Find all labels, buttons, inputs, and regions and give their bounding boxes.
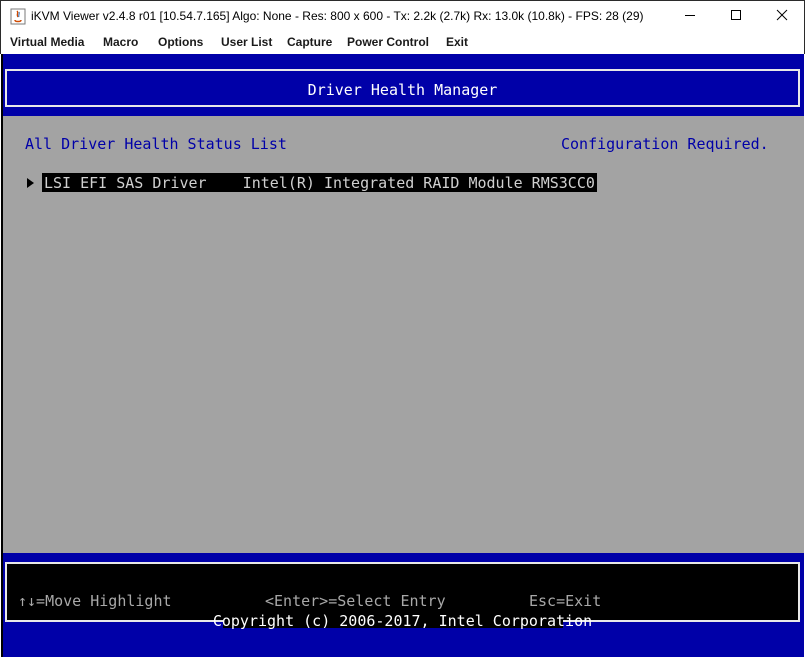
bios-header: Driver Health Manager bbox=[5, 69, 800, 107]
maximize-icon bbox=[730, 8, 742, 26]
menu-exit[interactable]: Exit bbox=[446, 35, 468, 49]
title-bar: iKVM Viewer v2.4.8 r01 [10.54.7.165] Alg… bbox=[0, 0, 805, 32]
menu-virtual-media[interactable]: Virtual Media bbox=[10, 35, 84, 49]
menu-macro[interactable]: Macro bbox=[103, 35, 138, 49]
section-label: All Driver Health Status List bbox=[25, 135, 287, 153]
help-exit: Esc=Exit bbox=[529, 592, 602, 610]
driver-entry-lsi-efi-sas[interactable]: LSI EFI SAS Driver Intel(R) Integrated R… bbox=[42, 173, 597, 192]
help-move-highlight: ↑↓=Move Highlight bbox=[18, 592, 172, 610]
minimize-icon bbox=[684, 8, 696, 26]
menu-power-control[interactable]: Power Control bbox=[347, 35, 429, 49]
copyright-text: Copyright (c) 2006-2017, Intel Corporati… bbox=[212, 612, 593, 630]
window-title: iKVM Viewer v2.4.8 r01 [10.54.7.165] Alg… bbox=[31, 9, 644, 23]
menu-options[interactable]: Options bbox=[158, 35, 203, 49]
java-app-icon bbox=[10, 8, 26, 25]
minimize-button[interactable] bbox=[667, 1, 713, 32]
remote-console-screen[interactable]: Driver Health Manager All Driver Health … bbox=[1, 54, 804, 657]
maximize-button[interactable] bbox=[713, 1, 759, 32]
submenu-arrow-icon bbox=[27, 178, 34, 188]
bios-content-area: All Driver Health Status List Configurat… bbox=[3, 116, 804, 553]
menu-capture[interactable]: Capture bbox=[287, 35, 332, 49]
close-button[interactable] bbox=[759, 1, 805, 32]
page-title: Driver Health Manager bbox=[307, 81, 498, 99]
status-label: Configuration Required. bbox=[561, 135, 769, 153]
close-icon bbox=[776, 8, 788, 26]
help-select-entry: <Enter>=Select Entry bbox=[265, 592, 446, 610]
menu-user-list[interactable]: User List bbox=[221, 35, 272, 49]
menu-bar: Virtual Media Macro Options User List Ca… bbox=[0, 32, 805, 54]
